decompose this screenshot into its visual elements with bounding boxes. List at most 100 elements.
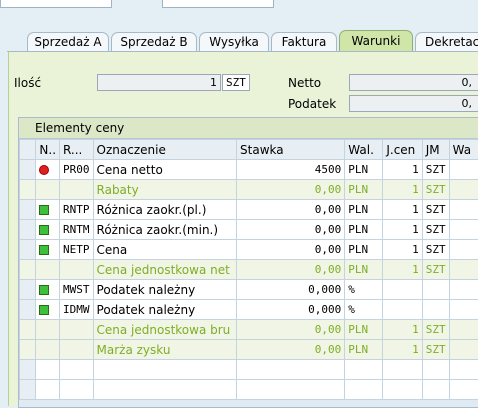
rate-cell: 0,00	[237, 260, 345, 280]
status-cell	[36, 220, 60, 240]
row-selector[interactable]	[20, 300, 36, 320]
rate-cell[interactable]: 0,000	[237, 300, 345, 320]
column-header-rate[interactable]: Stawka	[237, 140, 345, 160]
row-selector[interactable]	[20, 260, 36, 280]
price-unit-cell[interactable]: 1	[383, 220, 422, 240]
column-header-currency[interactable]: Wal.	[345, 140, 383, 160]
uom-cell[interactable]: SZT	[422, 160, 449, 180]
tab-wysylka[interactable]: Wysyłka	[199, 32, 269, 52]
rate-cell[interactable]: 0,000	[237, 280, 345, 300]
table-row[interactable]: Marża zysku0,00PLN1SZT	[20, 340, 478, 360]
condition-type-cell: NETP	[60, 240, 94, 260]
tab-faktura[interactable]: Faktura	[271, 32, 337, 52]
currency-cell[interactable]: PLN	[345, 220, 383, 240]
table-row[interactable]: PR00Cena netto4500PLN1SZT	[20, 160, 478, 180]
table-row[interactable]: NETPCena0,00PLN1SZT	[20, 240, 478, 260]
table-row[interactable]	[20, 380, 478, 400]
value-cell	[449, 180, 478, 200]
column-header-status[interactable]: N..	[36, 140, 60, 160]
currency-cell[interactable]: %	[345, 300, 383, 320]
column-header-value[interactable]: Wa	[449, 140, 478, 160]
price-unit-cell[interactable]: 1	[383, 240, 422, 260]
row-selector[interactable]	[20, 340, 36, 360]
column-header-description[interactable]: Oznaczenie	[93, 140, 237, 160]
table-row[interactable]: MWSTPodatek należny0,000%	[20, 280, 478, 300]
tab-sprzedaz-b[interactable]: Sprzedaż B	[111, 32, 197, 52]
status-cell	[36, 380, 60, 400]
price-unit-cell: 1	[383, 180, 422, 200]
table-row[interactable]: Cena jednostkowa bru0,00PLN1SZT	[20, 320, 478, 340]
table-row[interactable]	[20, 360, 478, 380]
row-selector[interactable]	[20, 200, 36, 220]
quantity-unit: SZT	[226, 76, 246, 89]
table-row[interactable]: IDMWPodatek należny0,000%	[20, 300, 478, 320]
description-cell: Podatek należny	[93, 280, 237, 300]
tab-warunki[interactable]: Warunki	[339, 30, 413, 52]
price-unit-cell: 1	[383, 340, 422, 360]
row-selector[interactable]	[20, 360, 36, 380]
table-row[interactable]: Cena jednostkowa net0,00PLN1SZT	[20, 260, 478, 280]
tax-value: 0,	[462, 97, 473, 110]
tab-sprzedaz-a[interactable]: Sprzedaż A	[27, 32, 109, 52]
uom-cell[interactable]: SZT	[422, 200, 449, 220]
row-selector[interactable]	[20, 220, 36, 240]
price-unit-cell	[383, 360, 422, 380]
uom-cell	[422, 360, 449, 380]
row-selector[interactable]	[20, 180, 36, 200]
tab-dekretacja[interactable]: Dekretacja	[415, 32, 478, 51]
status-green-icon	[39, 285, 49, 295]
rate-cell[interactable]: 0,00	[237, 200, 345, 220]
value-cell	[449, 160, 478, 180]
description-cell	[93, 380, 237, 400]
uom-cell[interactable]: SZT	[422, 220, 449, 240]
status-green-icon	[39, 205, 49, 215]
uom-cell[interactable]	[422, 280, 449, 300]
price-unit-cell[interactable]: 1	[383, 200, 422, 220]
pricing-elements-grid: Elementy ceny N.. R... Oznaczenie Stawka…	[18, 117, 478, 408]
value-cell	[449, 220, 478, 240]
row-selector[interactable]	[20, 280, 36, 300]
condition-type-cell	[60, 360, 94, 380]
currency-cell: PLN	[345, 180, 383, 200]
row-selector[interactable]	[20, 240, 36, 260]
rate-cell	[237, 360, 345, 380]
rate-cell[interactable]: 4500	[237, 160, 345, 180]
currency-cell	[345, 360, 383, 380]
tax-field[interactable]: 0,	[349, 95, 478, 112]
column-header-condition-type[interactable]: R...	[60, 140, 94, 160]
currency-cell[interactable]: PLN	[345, 160, 383, 180]
net-field[interactable]: 0,	[349, 74, 478, 91]
condition-type-cell	[60, 340, 94, 360]
price-unit-cell[interactable]: 1	[383, 160, 422, 180]
top-field-left[interactable]	[0, 0, 112, 8]
row-selector[interactable]	[20, 380, 36, 400]
row-selector[interactable]	[20, 320, 36, 340]
column-header-price-unit[interactable]: J.cen	[383, 140, 422, 160]
table-row[interactable]: RNTMRóżnica zaokr.(min.)0,00PLN1SZT	[20, 220, 478, 240]
table-row[interactable]: RNTPRóżnica zaokr.(pl.)0,00PLN1SZT	[20, 200, 478, 220]
currency-cell[interactable]: %	[345, 280, 383, 300]
rate-cell: 0,00	[237, 320, 345, 340]
quantity-unit-field[interactable]: SZT	[222, 74, 250, 91]
quantity-field[interactable]: 1	[97, 74, 221, 91]
row-selector[interactable]	[20, 160, 36, 180]
uom-cell[interactable]	[422, 300, 449, 320]
rate-cell: 0,00	[237, 180, 345, 200]
tab-strip: Sprzedaż A Sprzedaż B Wysyłka Faktura Wa…	[0, 28, 478, 52]
column-header-uom[interactable]: JM	[422, 140, 449, 160]
price-unit-cell[interactable]	[383, 300, 422, 320]
table-row[interactable]: Rabaty0,00PLN1SZT	[20, 180, 478, 200]
status-cell	[36, 280, 60, 300]
rate-cell[interactable]: 0,00	[237, 220, 345, 240]
currency-cell[interactable]: PLN	[345, 200, 383, 220]
row-selector-header[interactable]	[20, 140, 36, 160]
rate-cell[interactable]: 0,00	[237, 240, 345, 260]
quantity-label: Ilość	[14, 76, 41, 90]
condition-type-cell	[60, 260, 94, 280]
description-cell	[93, 360, 237, 380]
currency-cell[interactable]: PLN	[345, 240, 383, 260]
price-unit-cell[interactable]	[383, 280, 422, 300]
uom-cell: SZT	[422, 340, 449, 360]
uom-cell[interactable]: SZT	[422, 240, 449, 260]
top-field-right[interactable]	[162, 0, 274, 8]
